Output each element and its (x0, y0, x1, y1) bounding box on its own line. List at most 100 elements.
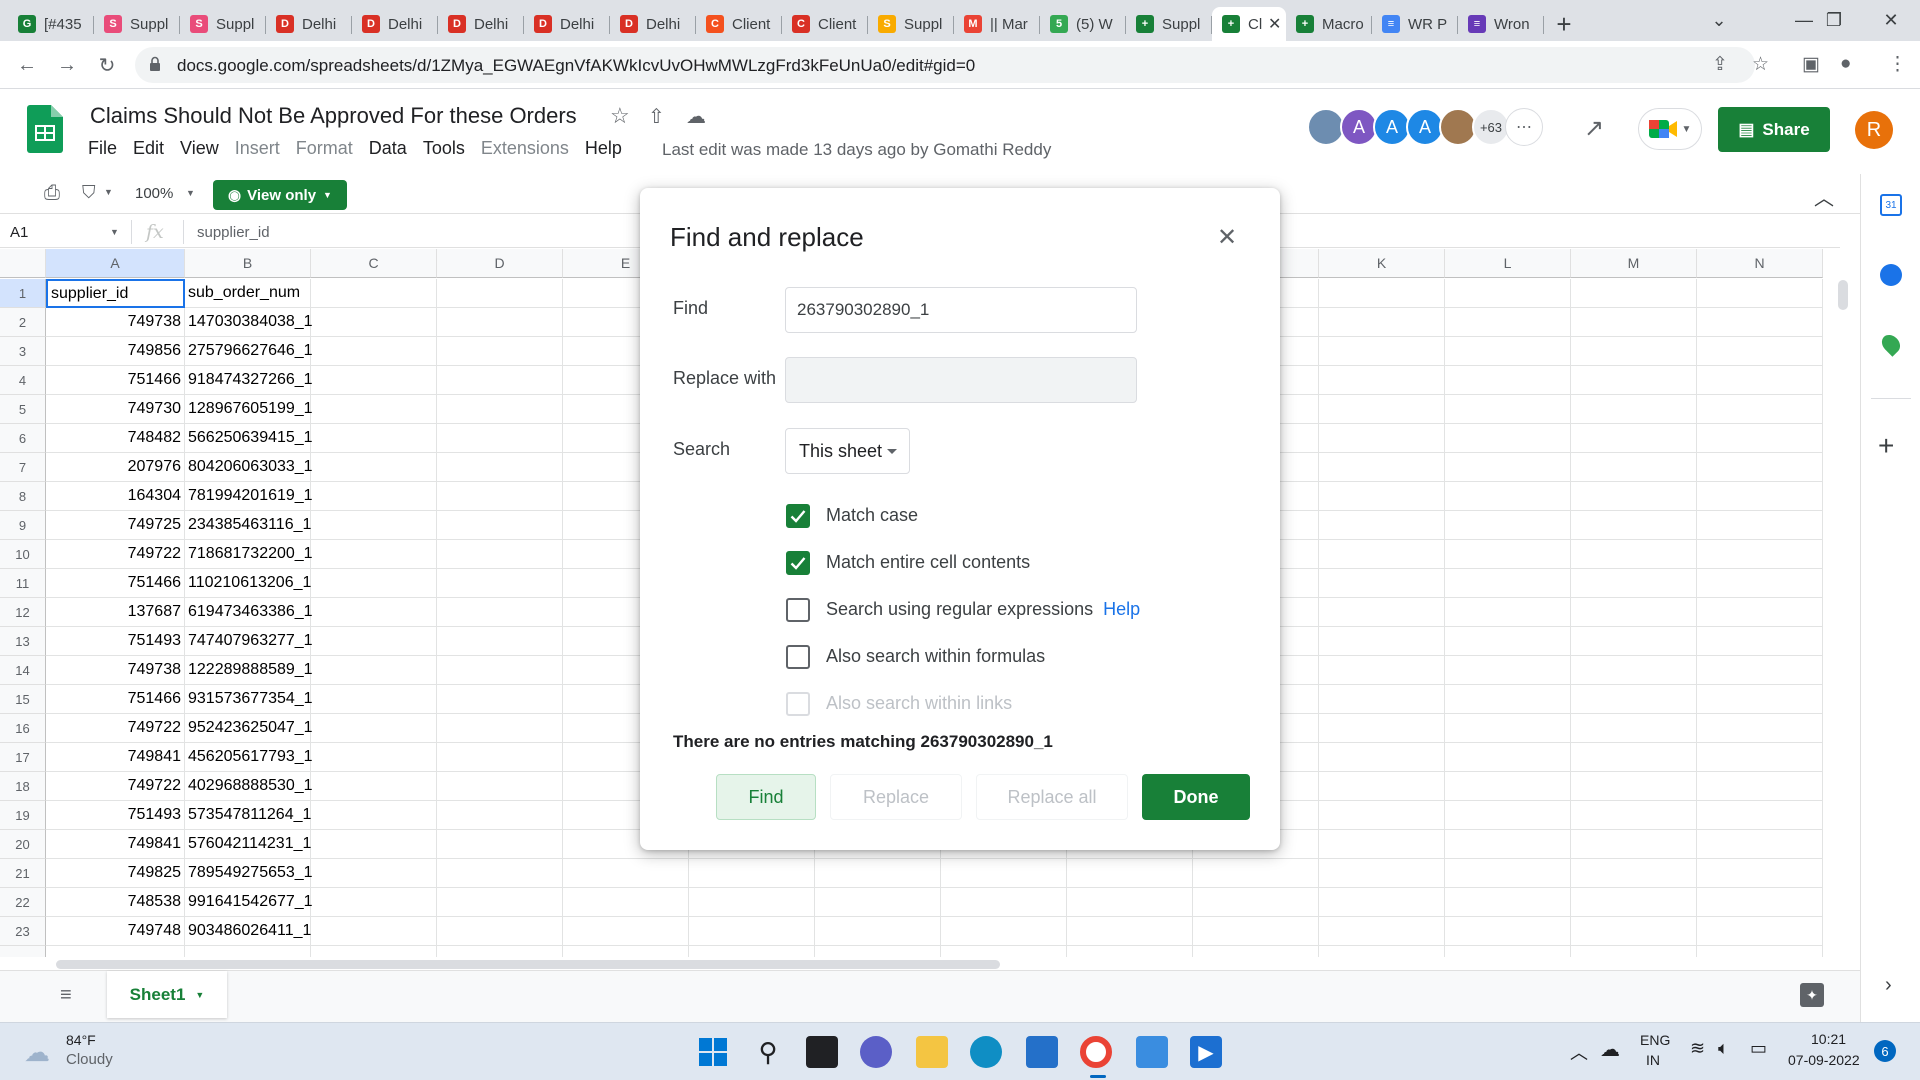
new-tab-button[interactable]: + (1544, 7, 1584, 41)
grid-cell[interactable] (437, 366, 563, 395)
grid-cell[interactable] (1193, 917, 1319, 946)
grid-cell[interactable]: 164304 (46, 482, 185, 511)
filter-dropdown-icon[interactable]: ▼ (104, 187, 113, 197)
grid-cell[interactable]: 275796627646_1 (185, 337, 313, 366)
grid-cell[interactable] (1445, 743, 1571, 772)
language-bottom[interactable]: IN (1646, 1052, 1660, 1068)
browser-tab[interactable]: D Delhi (438, 7, 524, 41)
grid-cell[interactable]: 749725 (46, 511, 185, 540)
row-header[interactable]: 20 (0, 830, 46, 859)
row-header[interactable]: 5 (0, 395, 46, 424)
grid-cell[interactable] (1697, 801, 1823, 830)
row-header[interactable]: 6 (0, 424, 46, 453)
option-checkbox[interactable] (786, 504, 810, 528)
option-label[interactable]: Match entire cell contents (826, 552, 1030, 573)
replace-button[interactable]: Replace (830, 774, 962, 820)
contacts-icon[interactable] (1880, 264, 1902, 286)
grid-cell[interactable]: 749722 (46, 714, 185, 743)
grid-cell[interactable] (437, 511, 563, 540)
grid-cell[interactable] (1571, 888, 1697, 917)
grid-cell[interactable] (689, 859, 815, 888)
battery-icon[interactable]: ▭ (1750, 1038, 1767, 1059)
grid-cell[interactable]: 576042114231_1 (185, 830, 311, 859)
menu-item-view[interactable]: View (180, 138, 219, 159)
grid-cell[interactable]: 749738 (46, 308, 185, 337)
chrome-icon[interactable] (1080, 1036, 1112, 1068)
notification-badge[interactable]: 6 (1874, 1040, 1896, 1062)
weather-temp[interactable]: 84°F (66, 1032, 96, 1048)
column-header[interactable]: N (1697, 249, 1823, 278)
header-cell[interactable]: sub_order_num (185, 279, 311, 308)
grid-cell[interactable] (1319, 308, 1445, 337)
grid-cell[interactable] (1571, 714, 1697, 743)
grid-cell[interactable] (1445, 395, 1571, 424)
grid-cell[interactable] (437, 279, 563, 308)
grid-cell[interactable] (437, 395, 563, 424)
grid-cell[interactable] (311, 569, 437, 598)
browser-tab[interactable]: ≡ WR P (1372, 7, 1458, 41)
column-header[interactable]: C (311, 249, 437, 278)
grid-cell[interactable] (311, 395, 437, 424)
grid-cell[interactable] (1697, 656, 1823, 685)
grid-cell[interactable] (437, 540, 563, 569)
move-icon[interactable]: ⇧ (648, 104, 665, 129)
grid-cell[interactable] (563, 946, 689, 957)
collapse-menus-icon[interactable]: ︿ (1814, 182, 1834, 211)
grid-cell[interactable] (1571, 685, 1697, 714)
grid-cell[interactable] (1697, 714, 1823, 743)
grid-cell[interactable] (1445, 656, 1571, 685)
row-header[interactable]: 9 (0, 511, 46, 540)
last-edit-status[interactable]: Last edit was made 13 days ago by Gomath… (662, 140, 1051, 160)
replace-input[interactable] (785, 357, 1137, 403)
grid-cell[interactable]: 749722 (46, 540, 185, 569)
grid-cell[interactable] (1571, 569, 1697, 598)
view-only-button[interactable]: ◉ View only ▼ (213, 180, 347, 210)
media-player-icon[interactable]: ▶ (1190, 1036, 1222, 1068)
name-box[interactable]: A1 (10, 224, 28, 241)
grid-cell[interactable] (1067, 946, 1193, 957)
share-button[interactable]: ▤ Share (1718, 107, 1830, 152)
browser-tab[interactable]: + Suppl (1126, 7, 1212, 41)
grid-cell[interactable] (1445, 453, 1571, 482)
grid-cell[interactable] (1697, 482, 1823, 511)
browser-tab[interactable]: 5 (5) W (1040, 7, 1126, 41)
weather-desc[interactable]: Cloudy (66, 1051, 113, 1068)
photos-icon[interactable] (1136, 1036, 1168, 1068)
browser-tab[interactable]: S Suppl (868, 7, 954, 41)
grid-cell[interactable] (1571, 453, 1697, 482)
replace-all-button[interactable]: Replace all (976, 774, 1128, 820)
grid-cell[interactable] (1697, 627, 1823, 656)
grid-cell[interactable] (1571, 917, 1697, 946)
forward-icon[interactable]: → (53, 51, 81, 79)
grid-cell[interactable] (1445, 308, 1571, 337)
grid-cell[interactable] (311, 337, 437, 366)
column-header[interactable]: B (185, 249, 311, 278)
grid-cell[interactable]: 749856 (46, 337, 185, 366)
bookmark-star-icon[interactable]: ☆ (1752, 53, 1769, 76)
option-checkbox[interactable] (786, 645, 810, 669)
grid-cell[interactable] (437, 772, 563, 801)
grid-cell[interactable] (1193, 946, 1319, 957)
grid-cell[interactable] (311, 946, 437, 957)
grid-cell[interactable] (1697, 685, 1823, 714)
grid-cell[interactable] (1319, 656, 1445, 685)
grid-cell[interactable] (941, 859, 1067, 888)
clock-date[interactable]: 07-09-2022 (1788, 1052, 1860, 1068)
grid-cell[interactable]: 789549275653_1 (185, 859, 313, 888)
grid-cell[interactable] (437, 888, 563, 917)
grid-cell[interactable] (1319, 511, 1445, 540)
chat-app-icon[interactable] (860, 1036, 892, 1068)
browser-tab[interactable]: C Client (782, 7, 868, 41)
grid-cell[interactable] (311, 714, 437, 743)
grid-cell[interactable]: 573547811264_1 (185, 801, 311, 830)
grid-cell[interactable] (1445, 888, 1571, 917)
grid-cell[interactable] (1319, 859, 1445, 888)
grid-cell[interactable]: 931573677354_1 (185, 685, 313, 714)
grid-cell[interactable] (1319, 598, 1445, 627)
column-header[interactable]: M (1571, 249, 1697, 278)
grid-cell[interactable] (437, 917, 563, 946)
grid-cell[interactable] (941, 888, 1067, 917)
grid-cell[interactable] (437, 859, 563, 888)
close-window-button[interactable]: ✕ (1862, 0, 1920, 41)
grid-cell[interactable] (815, 917, 941, 946)
